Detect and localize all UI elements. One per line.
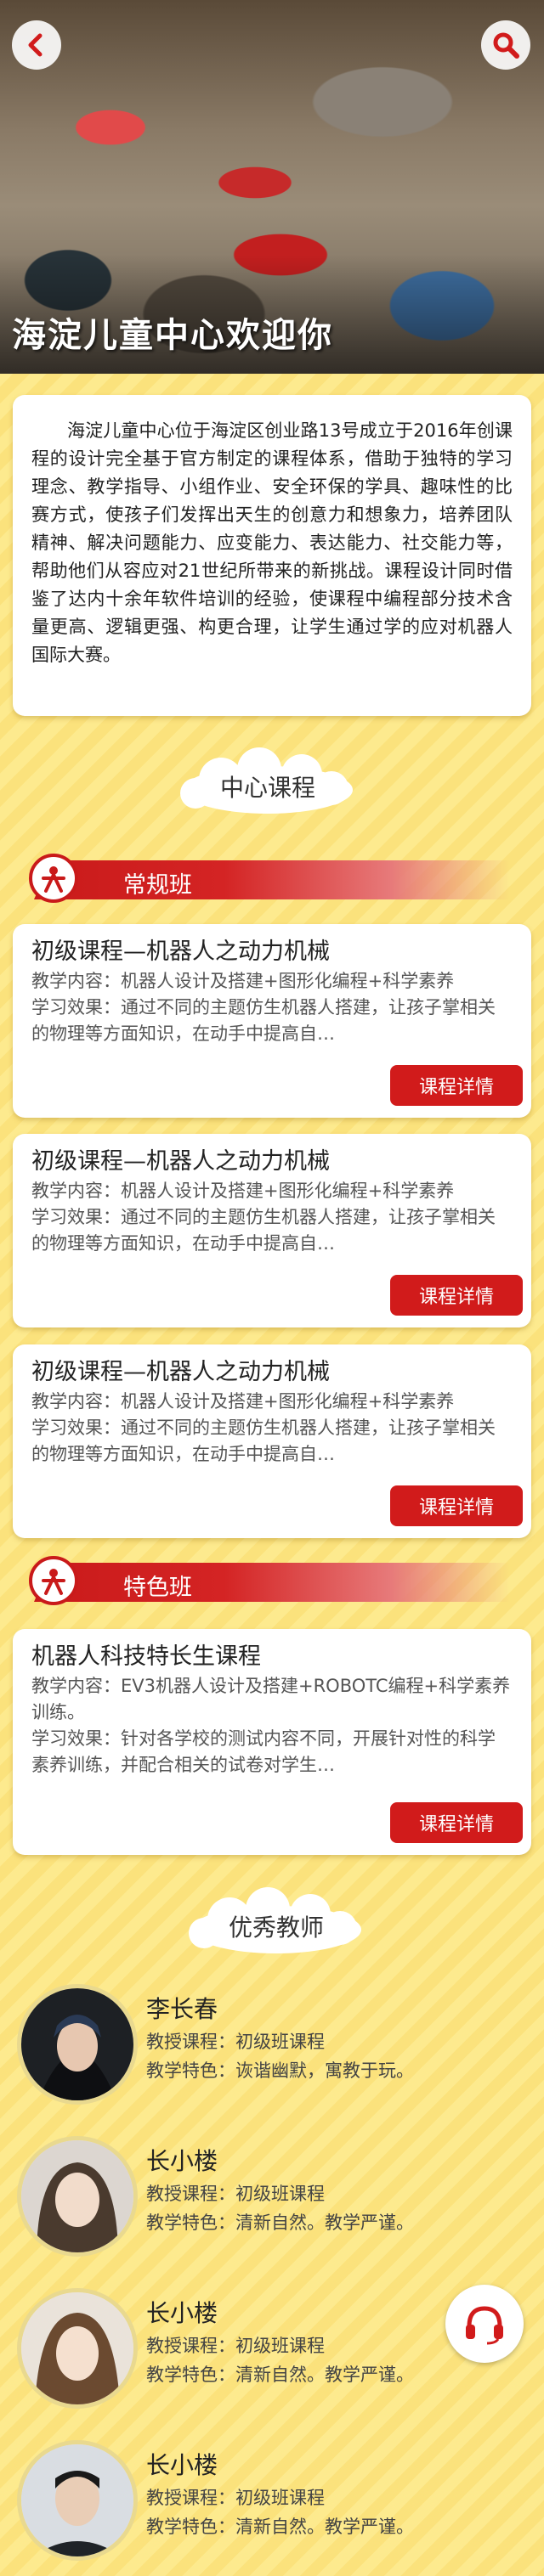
course-effect: 学习效果：通过不同的主题仿生机器人搭建，让孩子掌相关的物理等方面知识，在动手中提… [31, 1207, 496, 1254]
teacher-name: 长小楼 [146, 2147, 218, 2175]
course-card[interactable]: 初级课程—机器人之动力机械 教学内容：机器人设计及搭建+图形化编程+科学素养 学… [13, 1134, 531, 1327]
hero-banner: 海淀儿童中心欢迎你 [0, 0, 544, 374]
teacher-item[interactable]: 长小楼 教授课程：初级班课程 教学特色：清新自然。教学严谨。 [17, 2136, 527, 2263]
teacher-course: 教授课程：初级班课程 [146, 2184, 325, 2204]
course-card[interactable]: 初级课程—机器人之动力机械 教学内容：机器人设计及搭建+图形化编程+科学素养 学… [13, 924, 531, 1118]
customer-service-button[interactable] [445, 2285, 524, 2363]
course-detail-button[interactable]: 课程详情 [390, 1275, 523, 1316]
intro-text: 海淀儿童中心位于海淀区创业路13号成立于2016年创课程的设计完全基于官方制定的… [31, 420, 513, 665]
teacher-feature: 教学特色：诙谐幽默，寓教于玩。 [146, 2060, 414, 2081]
section-title-regular: 常规班 [123, 872, 192, 899]
course-effect: 学习效果：通过不同的主题仿生机器人搭建，让孩子掌相关的物理等方面知识，在动手中提… [31, 997, 496, 1044]
band-bar [34, 860, 510, 899]
course-title: 初级课程—机器人之动力机械 [31, 1359, 330, 1385]
section-cloud-teachers: 优秀教师 [178, 1887, 374, 1955]
intro-card: 海淀儿童中心位于海淀区创业路13号成立于2016年创课程的设计完全基于官方制定的… [13, 395, 531, 716]
course-title: 机器人科技特长生课程 [31, 1643, 261, 1670]
hero-title: 海淀儿童中心欢迎你 [12, 316, 333, 355]
center-logo-icon [29, 854, 78, 903]
section-title-center-course: 中心课程 [219, 774, 315, 802]
teacher-course: 教授课程：初级班课程 [146, 2032, 325, 2052]
back-button[interactable] [12, 20, 61, 70]
teacher-item[interactable]: 长小楼 教授课程：初级班课程 教学特色：清新自然。教学严谨。 [17, 2440, 527, 2568]
course-effect: 学习效果：通过不同的主题仿生机器人搭建，让孩子掌相关的物理等方面知识，在动手中提… [31, 1418, 496, 1464]
section-band-special: 特色班 [0, 1556, 510, 1605]
course-title: 初级课程—机器人之动力机械 [31, 1148, 330, 1175]
course-title: 初级课程—机器人之动力机械 [31, 939, 330, 965]
teacher-avatar [17, 2136, 138, 2257]
search-icon [493, 32, 519, 59]
headset-icon [466, 2306, 503, 2345]
teacher-feature: 教学特色：清新自然。教学严谨。 [146, 2517, 414, 2537]
teacher-course: 教授课程：初级班课程 [146, 2488, 325, 2508]
course-content: 教学内容：机器人设计及搭建+图形化编程+科学素养 [31, 971, 455, 991]
teacher-feature: 教学特色：清新自然。教学严谨。 [146, 2212, 414, 2233]
course-content: 教学内容：机器人设计及搭建+图形化编程+科学素养 [31, 1391, 455, 1412]
course-card[interactable]: 初级课程—机器人之动力机械 教学内容：机器人设计及搭建+图形化编程+科学素养 学… [13, 1344, 531, 1538]
course-detail-button[interactable]: 课程详情 [390, 1065, 523, 1106]
teacher-avatar [17, 2288, 138, 2409]
center-logo-icon [29, 1556, 78, 1605]
section-title-special: 特色班 [123, 1575, 192, 1601]
course-content: 教学内容：机器人设计及搭建+图形化编程+科学素养 [31, 1181, 455, 1201]
section-cloud-center-course: 中心课程 [170, 747, 366, 815]
special-course-card[interactable]: 机器人科技特长生课程 教学内容：EV3机器人设计及搭建+ROBOTC编程+科学素… [13, 1629, 531, 1855]
teacher-item[interactable]: 李长春 教授课程：初级班课程 教学特色：诙谐幽默，寓教于玩。 [17, 1984, 527, 2111]
search-button[interactable] [481, 20, 530, 70]
section-band-regular: 常规班 [0, 854, 510, 903]
teacher-feature: 教学特色：清新自然。教学严谨。 [146, 2365, 414, 2385]
teacher-avatar [17, 1984, 138, 2105]
course-effect: 学习效果：针对各学校的测试内容不同，开展针对性的科学素养训练，并配合相关的试卷对… [31, 1728, 496, 1775]
section-title-teachers: 优秀教师 [228, 1914, 324, 1942]
course-detail-button[interactable]: 课程详情 [390, 1802, 523, 1843]
teacher-name: 李长春 [146, 1995, 218, 2023]
chevron-left-icon [28, 33, 42, 57]
teacher-avatar [17, 2440, 138, 2561]
course-content: 教学内容：EV3机器人设计及搭建+ROBOTC编程+科学素养训练。 [31, 1676, 511, 1722]
teacher-name: 长小楼 [146, 2299, 218, 2327]
teacher-course: 教授课程：初级班课程 [146, 2336, 325, 2356]
course-detail-button[interactable]: 课程详情 [390, 1485, 523, 1526]
band-bar [34, 1563, 510, 1602]
teacher-name: 长小楼 [146, 2451, 218, 2479]
